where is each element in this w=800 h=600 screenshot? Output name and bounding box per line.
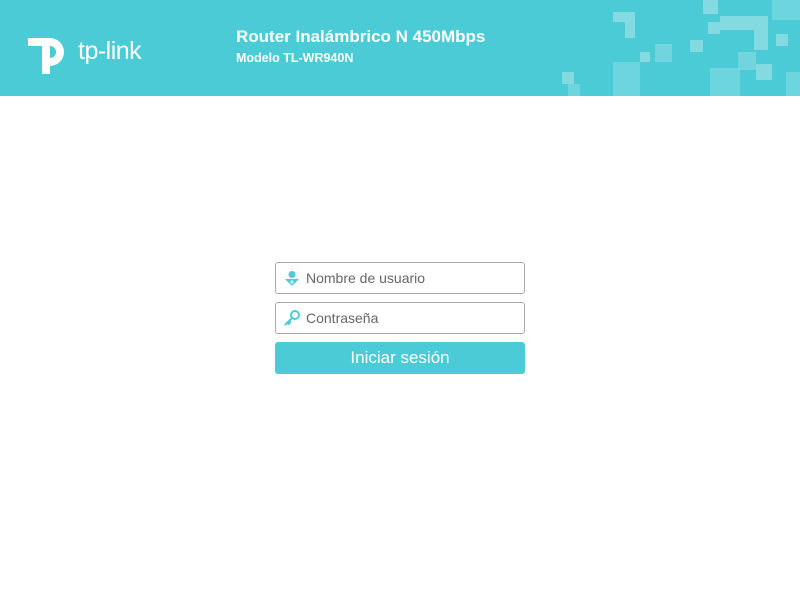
login-form: Iniciar sesión [275, 262, 525, 374]
username-field [275, 262, 525, 294]
header-decorative-pattern [562, 0, 800, 96]
password-field [275, 302, 525, 334]
username-input[interactable] [306, 263, 516, 293]
user-icon [285, 271, 299, 286]
key-icon [284, 310, 300, 326]
logo-wordmark: tp-link [78, 37, 142, 65]
header-banner: tp-link Router Inalámbrico N 450Mbps Mod… [0, 0, 800, 96]
tp-link-logo-icon [28, 38, 64, 74]
tp-link-logo: tp-link [24, 26, 164, 76]
product-model: Modelo TL-WR940N [236, 51, 354, 65]
password-input[interactable] [306, 303, 516, 333]
login-button[interactable]: Iniciar sesión [275, 342, 525, 374]
product-title: Router Inalámbrico N 450Mbps [236, 27, 486, 46]
